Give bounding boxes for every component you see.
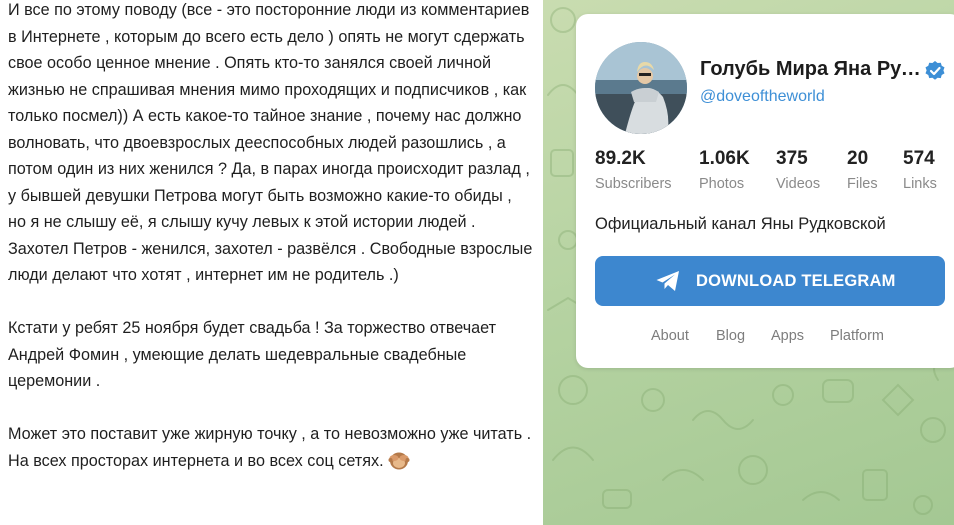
stat-label: Subscribers [595,176,672,192]
stat-files[interactable]: 20 Files [847,148,878,192]
stat-subscribers: 89.2K Subscribers [595,148,672,192]
see-no-evil-monkey-icon [388,450,410,470]
link-apps[interactable]: Apps [771,328,804,344]
post-paragraph: Кстати у ребят 25 ноября будет свадьба !… [8,319,497,390]
link-about[interactable]: About [651,328,689,344]
channel-handle[interactable]: @doveoftheworld [700,88,825,106]
stat-label: Files [847,176,878,192]
stat-value: 20 [847,148,869,169]
channel-avatar[interactable] [595,42,687,134]
telegram-plane-icon [655,270,681,292]
stat-label: Videos [776,176,821,192]
channel-description: Официальный канал Яны Рудковской [595,215,886,233]
channel-card: Голубь Мира Яна Рудковская @doveofthewor… [576,14,954,368]
footer-links: About Blog Apps Platform [576,328,954,348]
download-telegram-button[interactable]: DOWNLOAD TELEGRAM [595,256,945,306]
post-paragraph: И все по этому поводу (все - это посторо… [8,1,533,284]
stat-value: 1.06K [699,148,750,169]
post-text-panel: И все по этому поводу (все - это посторо… [0,0,543,525]
post-paragraph: Может это поставит уже жирную точку , а … [8,421,533,474]
stat-value: 574 [903,148,935,169]
verified-badge-icon [924,60,946,82]
stat-value: 89.2K [595,148,646,169]
download-telegram-label: DOWNLOAD TELEGRAM [696,272,896,290]
stat-links[interactable]: 574 Links [903,148,937,192]
channel-stats: 89.2K Subscribers 1.06K Photos 375 Video… [595,148,950,194]
stat-photos[interactable]: 1.06K Photos [699,148,750,192]
link-platform[interactable]: Platform [830,328,884,344]
link-blog[interactable]: Blog [716,328,745,344]
stat-value: 375 [776,148,808,169]
stat-videos[interactable]: 375 Videos [776,148,820,192]
stat-label: Photos [699,176,745,192]
stat-label: Links [903,176,937,192]
channel-title: Голубь Мира Яна Рудковская [700,58,925,80]
post-paragraph-text: Может это поставит уже жирную точку , а … [8,425,532,470]
